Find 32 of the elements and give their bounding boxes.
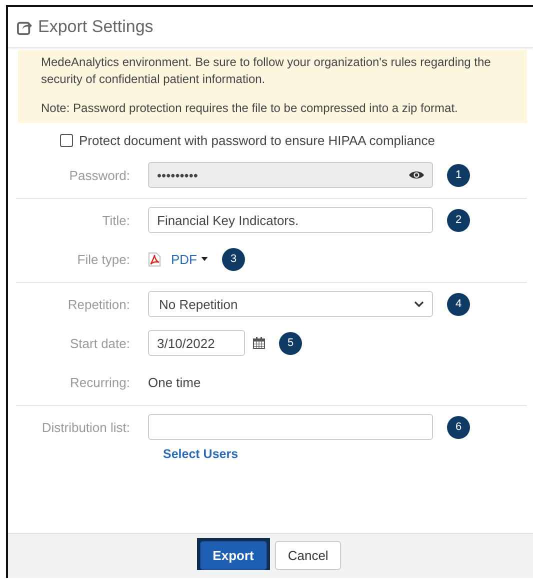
notice-text: Note: Password protection requires the file to be compressed into a zip format. bbox=[41, 100, 459, 117]
dialog-title: Export Settings bbox=[38, 17, 154, 37]
password-checkbox[interactable] bbox=[60, 134, 73, 146]
step-badge: 1 bbox=[447, 164, 470, 186]
step-badge: 6 bbox=[447, 416, 470, 438]
field-label: Start date: bbox=[69, 336, 130, 350]
chevron-down-icon bbox=[414, 301, 424, 307]
field-label: Repetition: bbox=[66, 296, 130, 312]
step-badge: 4 bbox=[447, 292, 470, 316]
caret-icon bbox=[201, 257, 208, 261]
text-field[interactable] bbox=[148, 414, 433, 440]
field-label: Title: bbox=[101, 212, 130, 228]
step-badge: 5 bbox=[279, 332, 302, 354]
export-icon bbox=[17, 20, 32, 34]
notice-text: MedeAnalytics environment. Be sure to follow your organization's rules regarding the security of confidential patient information. bbox=[41, 54, 492, 88]
pdf-file-icon bbox=[148, 252, 161, 266]
recurring-value: One time bbox=[148, 374, 201, 390]
field-label: Recurring: bbox=[69, 374, 130, 390]
step-badge: 3 bbox=[222, 248, 245, 270]
field-label: Distribution list: bbox=[40, 420, 130, 434]
checkbox-label: Protect document with password to ensure HIPAA compliance bbox=[79, 132, 435, 148]
calendar-icon[interactable] bbox=[253, 337, 265, 349]
export-button[interactable]: Export bbox=[200, 541, 267, 570]
text-field[interactable]: Financial Key Indicators. bbox=[148, 207, 433, 233]
field-label: Password: bbox=[68, 168, 130, 182]
file-type-dropdown[interactable]: PDF bbox=[171, 252, 208, 266]
select-users-link[interactable]: Select Users bbox=[163, 447, 238, 461]
field-label: File type: bbox=[76, 252, 130, 266]
step-badge: 2 bbox=[447, 208, 470, 232]
date-field[interactable]: 3/10/2022 bbox=[148, 330, 245, 356]
repetition-dropdown[interactable]: No Repetition bbox=[148, 291, 433, 317]
cancel-button[interactable]: Cancel bbox=[274, 541, 342, 570]
